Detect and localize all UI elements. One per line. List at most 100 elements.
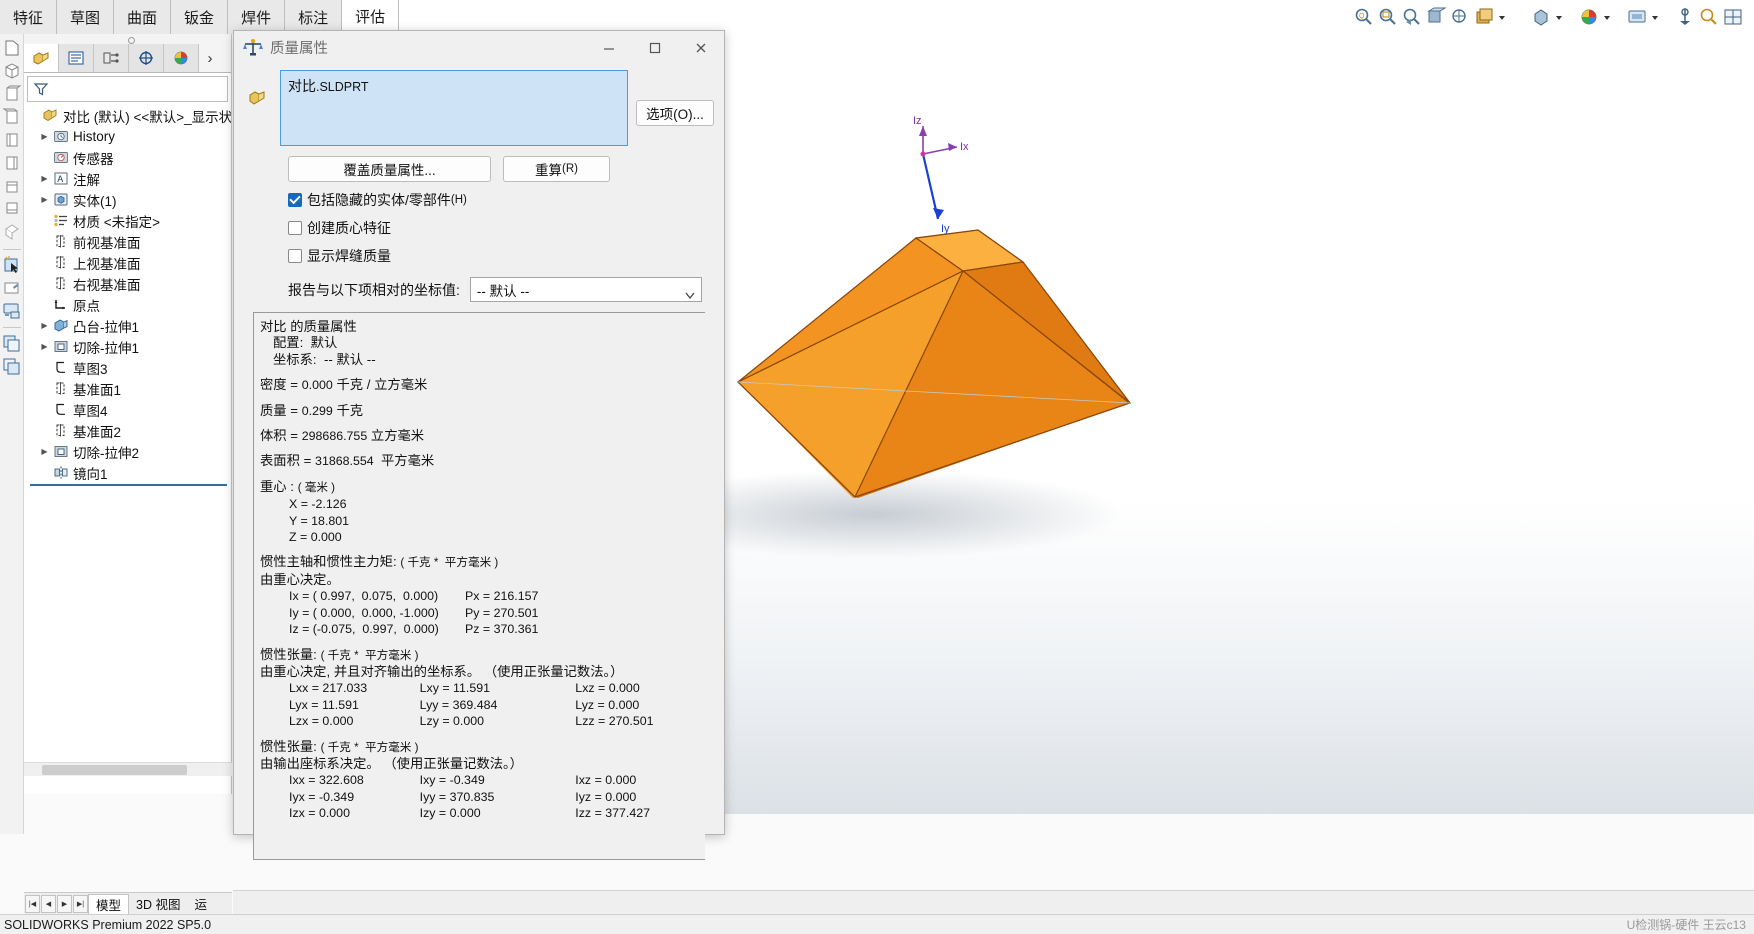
tab-nav-next[interactable]: ▶ [57,894,72,913]
tab-motion[interactable]: 运 [187,894,214,914]
appearance-dropdown-icon[interactable] [1602,6,1624,28]
cascade-windows-icon[interactable] [2,355,22,377]
selected-items-box[interactable]: 对比.SLDPRT [280,70,628,146]
viewport-layout-icon[interactable] [1722,6,1744,28]
feature-tree-item-14[interactable]: ▶基准面2 [26,420,231,441]
checkbox-box[interactable] [288,193,302,207]
command-tab-草图[interactable]: 草图 [57,0,115,34]
maximize-button[interactable] [632,31,678,64]
tile-windows-icon[interactable] [2,332,22,354]
command-tab-评估[interactable]: 评估 [342,0,400,34]
report-tensor1-note: 由重心决定, 并且对齐输出的坐标系。 （使用正张量记数法。） [260,663,624,679]
tab-model[interactable]: 模型 [88,893,130,914]
feature-tree-item-8[interactable]: ▶原点 [26,294,231,315]
feature-tree-item-12[interactable]: ▶基准面1 [26,378,231,399]
display-style-dropdown-icon[interactable] [1497,6,1519,28]
view-orientation-icon[interactable] [1449,6,1471,28]
recalculate-button[interactable]: 重算 (R) [503,156,610,182]
feature-tree-filter-input[interactable] [27,76,228,102]
feature-tree[interactable]: ▶对比 (默认) <<默认>_显示状态▶History▶传感器▶A注解▶实体(1… [24,102,231,486]
chevron-down-icon[interactable] [685,287,695,302]
hide-show-dropdown-icon[interactable] [1554,6,1576,28]
display-manager-icon[interactable] [2,300,22,322]
show-weld-bead-mass-checkbox[interactable]: 显示焊缝质量 [288,246,714,266]
new-part-icon[interactable] [2,38,22,60]
previous-view-icon[interactable] [1401,6,1423,28]
display-style-icon[interactable] [1473,6,1495,28]
feature-tree-item-6[interactable]: ▶上视基准面 [26,252,231,273]
tab-nav-last[interactable]: ▶| [73,894,88,913]
edit-appearance-icon[interactable] [1578,6,1600,28]
feature-tree-item-10[interactable]: ▶ 切除-拉伸1 [26,336,231,357]
feature-tree-item-2[interactable]: ▶ A 注解 [26,168,231,189]
feature-tree-item-5[interactable]: ▶前视基准面 [26,231,231,252]
feature-tree-item-11[interactable]: ▶草图3 [26,357,231,378]
feature-tree-root[interactable]: ▶对比 (默认) <<默认>_显示状态 [26,105,231,126]
feature-tree-item-15[interactable]: ▶ 切除-拉伸2 [26,441,231,462]
feature-tree-item-13[interactable]: ▶草图4 [26,399,231,420]
apply-scene-icon[interactable] [1626,6,1648,28]
feature-tree-item-3[interactable]: ▶ 实体(1) [26,189,231,210]
include-hidden-bodies-checkbox[interactable]: 包括隐藏的实体/零部件 (H) [288,190,714,210]
feature-tree-item-9[interactable]: ▶ 凸台-拉伸1 [26,315,231,336]
part-icon [41,108,61,123]
feature-tree-item-4[interactable]: ▶材质 <未指定> [26,210,231,231]
override-mass-properties-button[interactable]: 覆盖质量属性... [288,156,491,182]
checkbox-box[interactable] [288,221,302,235]
display-manager-tab[interactable] [164,44,199,72]
select-tool-icon[interactable] [2,254,22,276]
measure-tool-icon[interactable] [2,277,22,299]
tab-nav-prev[interactable]: ◀ [41,894,56,913]
right-view-icon[interactable] [2,153,22,175]
scrollbar-thumb[interactable] [42,765,187,775]
tab-3d-views[interactable]: 3D 视图 [129,894,187,914]
zoom-to-fit-icon[interactable]: Q [1353,6,1375,28]
zoom-to-area-icon[interactable] [1377,6,1399,28]
expand-arrow-icon[interactable]: ▶ [38,321,51,330]
expand-arrow-icon[interactable]: ▶ [38,174,51,183]
dialog-title-bar[interactable]: 质量属性 [234,31,724,64]
feature-tree-tab[interactable] [24,44,59,72]
expand-arrow-icon[interactable]: ▶ [38,132,51,141]
create-cog-feature-checkbox[interactable]: 创建质心特征 [288,218,714,238]
section-view-icon[interactable] [1425,6,1447,28]
expand-arrow-icon[interactable]: ▶ [38,195,51,204]
checkbox-label: 包括隐藏的实体/零部件 [307,192,451,208]
expand-arrow-icon[interactable]: ▶ [38,447,51,456]
minimize-button[interactable] [586,31,632,64]
feature-tree-item-0[interactable]: ▶ History [26,126,231,147]
dimxpert-manager-tab[interactable] [129,44,164,72]
expand-arrow-icon[interactable]: ▶ [38,342,51,351]
front-view-icon[interactable] [2,84,22,106]
command-tab-钣金[interactable]: 钣金 [171,0,229,34]
tab-nav-first[interactable]: |◀ [25,894,40,913]
rollback-bar[interactable] [30,484,227,486]
checkbox-box[interactable] [288,249,302,263]
top-view-icon[interactable] [2,176,22,198]
scene-dropdown-icon[interactable] [1650,6,1672,28]
hide-show-items-icon[interactable] [1530,6,1552,28]
back-view-icon[interactable] [1,107,22,129]
feature-tree-item-16[interactable]: ▶镜向1 [26,462,231,483]
command-tab-标注[interactable]: 标注 [285,0,343,34]
panel-grip[interactable] [24,34,231,44]
close-button[interactable] [678,31,724,64]
trimetric-view-icon[interactable] [2,222,22,244]
feature-tree-hscrollbar[interactable] [24,762,232,776]
bottom-view-icon[interactable] [2,199,22,221]
feature-tree-item-7[interactable]: ▶右视基准面 [26,273,231,294]
configuration-manager-tab[interactable] [94,44,129,72]
more-tabs-chevron-icon[interactable]: › [199,44,221,72]
feature-tree-item-1[interactable]: ▶传感器 [26,147,231,168]
left-view-icon[interactable] [2,130,22,152]
command-tab-曲面[interactable]: 曲面 [114,0,172,34]
coordinate-system-select[interactable]: -- 默认 -- [469,277,702,302]
magnifier-icon[interactable] [1698,6,1720,28]
isometric-view-icon[interactable] [2,61,22,83]
view-settings-icon[interactable] [1674,6,1696,28]
command-tab-焊件[interactable]: 焊件 [228,0,286,34]
command-tab-特征[interactable]: 特征 [0,0,58,34]
options-button[interactable]: 选项(O)... [636,100,714,126]
property-manager-tab[interactable] [59,44,94,72]
mass-properties-report[interactable]: 对比 的质量属性 配置: 默认 坐标系: -- 默认 -- 密度 = 0.000 千… [253,312,705,860]
